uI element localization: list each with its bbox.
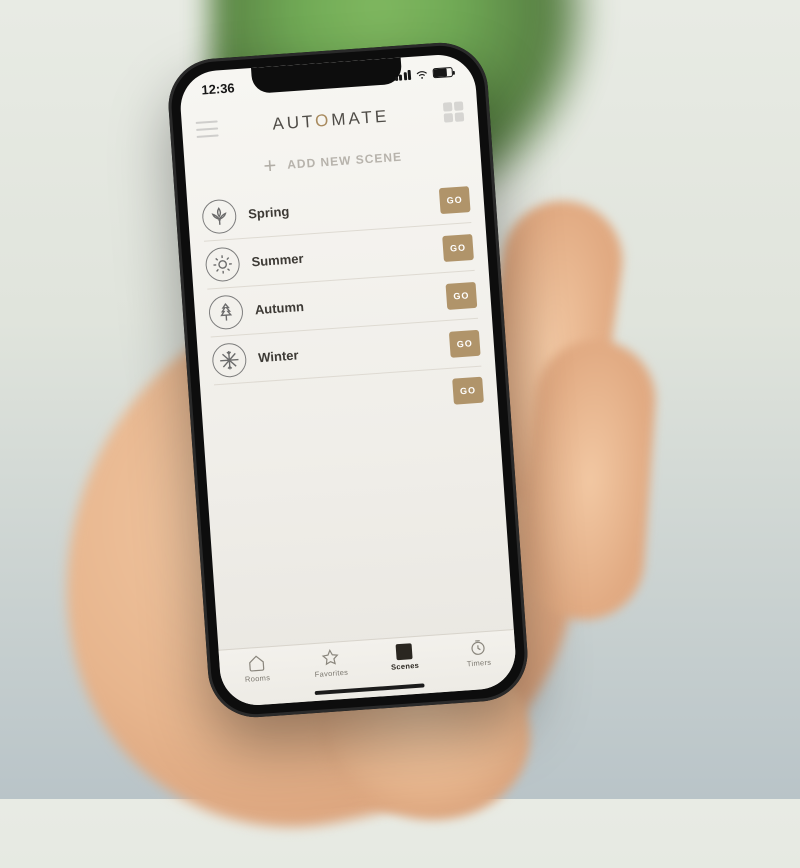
tab-label: Scenes	[391, 661, 420, 672]
add-new-scene-label: ADD NEW SCENE	[287, 150, 403, 172]
tab-scenes[interactable]: Scenes	[374, 642, 436, 673]
tab-rooms[interactable]: Rooms	[226, 652, 288, 685]
phone-screen: 12:36 AUTOMATE + ADD NEW SCENE	[178, 52, 518, 707]
wifi-icon	[414, 67, 429, 82]
scene-list: Spring GO Summer GO Autumn GO	[187, 174, 496, 386]
scene-label: Summer	[251, 241, 444, 269]
scene-label: Spring	[248, 193, 441, 221]
tab-label: Rooms	[245, 673, 271, 684]
menu-icon[interactable]	[196, 120, 219, 137]
winter-icon	[211, 342, 247, 378]
spring-icon	[201, 198, 237, 234]
summer-icon	[204, 246, 240, 282]
tab-favorites[interactable]: Favorites	[300, 647, 362, 680]
go-button[interactable]: GO	[446, 281, 478, 309]
grid-view-icon[interactable]	[443, 101, 464, 122]
scene-label: Autumn	[254, 289, 447, 317]
clock-icon	[468, 638, 487, 657]
app-content: AUTOMATE + ADD NEW SCENE Spring GO	[181, 88, 518, 707]
scene-label: Winter	[258, 337, 451, 365]
autumn-icon	[208, 294, 244, 330]
phone-frame: 12:36 AUTOMATE + ADD NEW SCENE	[165, 40, 530, 721]
go-button[interactable]: GO	[442, 233, 474, 261]
go-button[interactable]: GO	[449, 329, 481, 357]
cellular-icon	[394, 70, 411, 81]
plus-icon: +	[263, 152, 279, 179]
tab-label: Favorites	[314, 668, 348, 679]
scenes-icon	[396, 643, 413, 660]
status-indicators	[394, 65, 453, 83]
home-icon	[247, 653, 266, 672]
status-time: 12:36	[201, 80, 235, 97]
star-icon	[321, 648, 340, 667]
battery-icon	[432, 67, 453, 78]
tab-bar: Rooms Favorites Scenes Timers	[218, 629, 517, 708]
home-indicator[interactable]	[315, 683, 425, 695]
brand-logo: AUTOMATE	[272, 107, 390, 135]
tab-label: Timers	[467, 658, 492, 669]
go-button[interactable]: GO	[452, 377, 484, 405]
go-button[interactable]: GO	[439, 186, 471, 214]
tab-timers[interactable]: Timers	[447, 637, 509, 670]
